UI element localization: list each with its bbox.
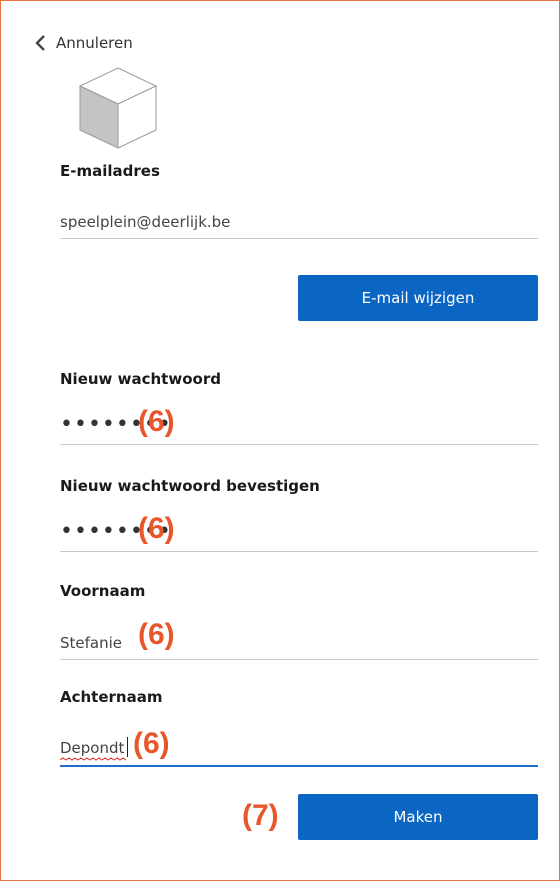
first-name-field[interactable]: Stefanie: [60, 634, 122, 652]
cube-avatar-icon: [78, 67, 158, 149]
create-button[interactable]: Maken: [298, 794, 538, 840]
confirm-password-label: Nieuw wachtwoord bevestigen: [60, 477, 320, 495]
text-cursor: [127, 737, 128, 757]
email-underline: [60, 238, 538, 239]
annotation-step-6-lastname: (6): [133, 727, 170, 760]
first-name-underline: [60, 659, 538, 660]
first-name-label: Voornaam: [60, 582, 146, 600]
annotation-step-6-password: (6): [138, 405, 175, 438]
last-name-underline: [60, 765, 538, 767]
cancel-back-link[interactable]: Annuleren: [30, 32, 133, 54]
annotation-step-7: (7): [242, 799, 279, 832]
new-password-label: Nieuw wachtwoord: [60, 370, 221, 388]
chevron-left-icon: [35, 35, 45, 51]
annotation-step-6-firstname: (6): [138, 618, 175, 651]
last-name-label: Achternaam: [60, 688, 163, 706]
change-email-button[interactable]: E-mail wijzigen: [298, 275, 538, 321]
confirm-password-underline: [60, 551, 538, 552]
spellcheck-squiggle: [60, 757, 126, 761]
cancel-label: Annuleren: [56, 34, 133, 52]
annotation-step-6-confirm: (6): [138, 512, 175, 545]
new-password-underline: [60, 444, 538, 445]
email-value: speelplein@deerlijk.be: [60, 213, 231, 231]
email-label: E-mailadres: [60, 162, 160, 180]
last-name-field[interactable]: Depondt: [60, 739, 124, 757]
